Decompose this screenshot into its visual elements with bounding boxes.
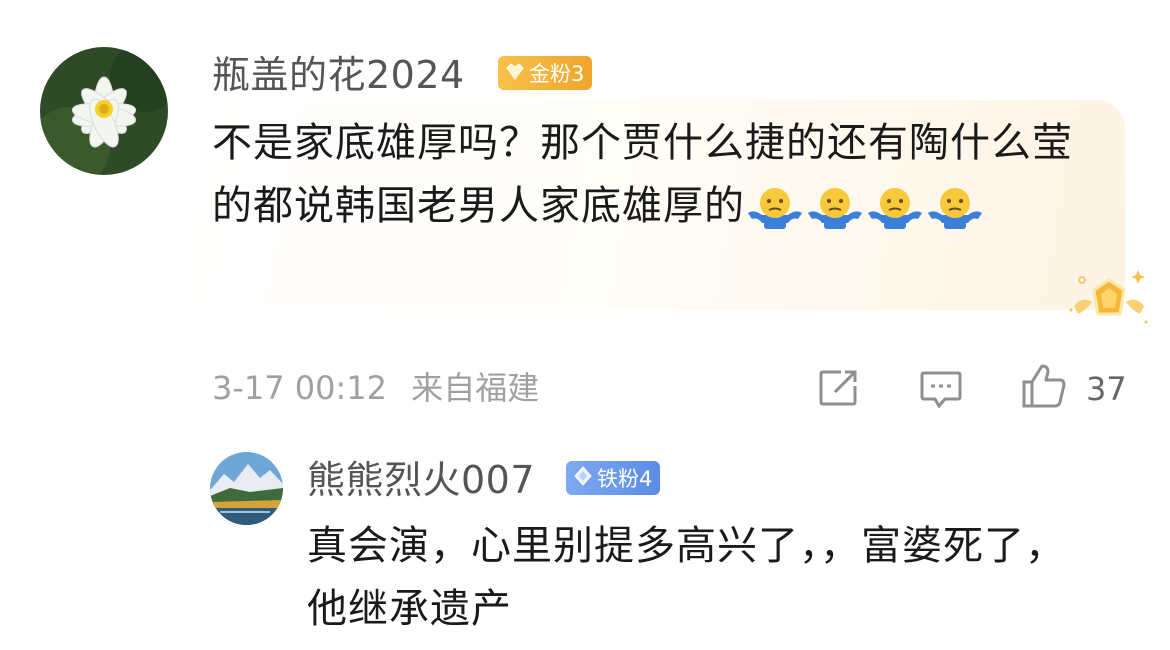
username[interactable]: 瓶盖的花2024 [212,50,465,100]
comment-text: 不是家底雄厚吗？那个贾什么捷的还有陶什么莹的都说韩国老男人家底雄厚的 [212,112,1102,238]
shrug-emoji [804,183,866,233]
avatar[interactable] [40,47,168,175]
comment-icon[interactable] [919,368,963,414]
comment-time: 3-17 00:12 [212,369,388,407]
fan-badge-gold[interactable]: 金粉3 [498,56,593,90]
badge-label: 金粉3 [529,62,585,86]
share-icon[interactable] [817,368,861,412]
reply-avatar[interactable] [210,452,283,525]
gold-fan-decoration-icon [1068,266,1150,330]
crown-gem-icon [504,60,526,87]
shrug-emoji [864,183,926,233]
diamond-icon [572,465,594,492]
comment-location: 来自福建 [411,369,540,407]
shrug-emoji [744,183,806,233]
shrug-emoji [924,183,986,233]
mountain-lake-avatar-image [210,452,283,525]
comment-meta: 3-17 00:12 来自福建 [212,363,539,413]
like-icon[interactable] [1020,362,1068,414]
reply-username[interactable]: 熊熊烈火007 [307,455,535,505]
like-count: 37 [1086,370,1127,408]
badge-label: 铁粉4 [597,467,653,491]
fan-badge-iron[interactable]: 铁粉4 [566,461,661,495]
water-lily-avatar-image [40,47,168,175]
reply-text: 真会演，心里别提多高兴了，，富婆死了，他继承遗产 [307,523,1066,632]
